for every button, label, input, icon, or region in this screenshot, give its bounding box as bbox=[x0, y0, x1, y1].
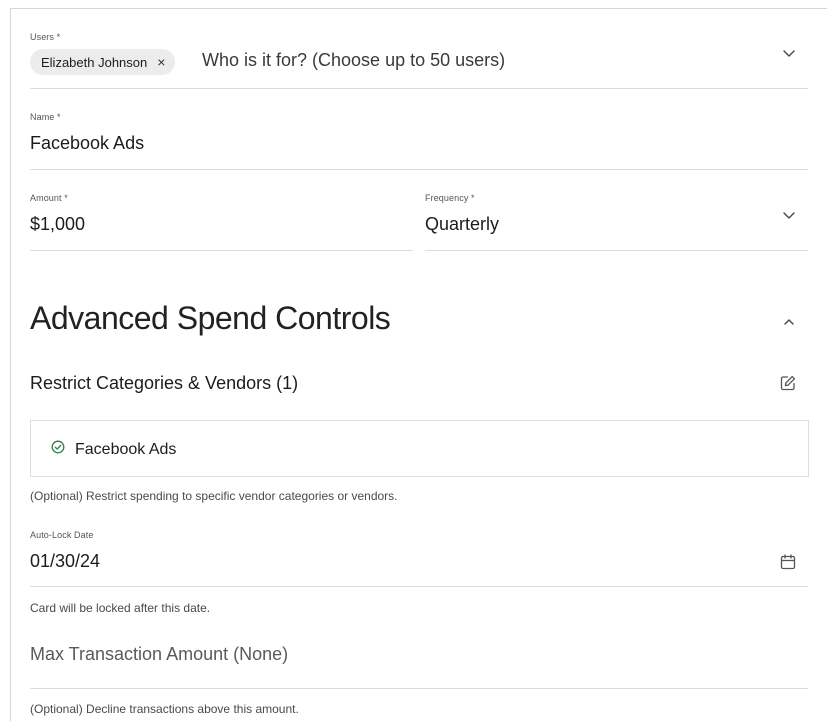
autolock-date-field[interactable]: Auto-Lock Date 01/30/24 bbox=[30, 527, 808, 587]
users-label: Users * bbox=[30, 32, 61, 42]
max-transaction-field[interactable]: Max Transaction Amount (None) bbox=[30, 630, 808, 689]
frequency-field[interactable]: Frequency * Quarterly bbox=[425, 190, 808, 251]
chevron-up-icon[interactable] bbox=[780, 313, 798, 331]
vendor-name: Facebook Ads bbox=[75, 440, 177, 458]
amount-label: Amount * bbox=[30, 193, 68, 203]
name-input[interactable]: Facebook Ads bbox=[30, 133, 144, 154]
user-chip-name: Elizabeth Johnson bbox=[41, 54, 148, 70]
frequency-label: Frequency * bbox=[425, 193, 475, 203]
name-field[interactable]: Name * Facebook Ads bbox=[30, 109, 808, 170]
restrict-help-text: (Optional) Restrict spending to specific… bbox=[30, 489, 398, 503]
advanced-spend-controls-title: Advanced Spend Controls bbox=[30, 300, 391, 336]
autolock-label: Auto-Lock Date bbox=[30, 530, 94, 540]
max-transaction-help-text: (Optional) Decline transactions above th… bbox=[30, 702, 299, 716]
chevron-down-icon[interactable] bbox=[780, 44, 798, 62]
autolock-help-text: Card will be locked after this date. bbox=[30, 601, 211, 615]
remove-user-icon[interactable]: × bbox=[157, 55, 165, 69]
chevron-down-icon[interactable] bbox=[780, 206, 798, 224]
calendar-icon[interactable] bbox=[779, 553, 797, 571]
check-circle-icon bbox=[51, 440, 65, 459]
name-label: Name * bbox=[30, 112, 61, 122]
amount-field[interactable]: Amount * $1,000 bbox=[30, 190, 413, 251]
max-transaction-input[interactable]: Max Transaction Amount (None) bbox=[30, 644, 288, 665]
restrict-vendors-title: Restrict Categories & Vendors (1) bbox=[30, 373, 299, 393]
amount-input[interactable]: $1,000 bbox=[30, 214, 85, 235]
list-item[interactable]: Facebook Ads bbox=[51, 440, 176, 459]
users-placeholder[interactable]: Who is it for? (Choose up to 50 users) bbox=[202, 50, 505, 71]
frequency-select[interactable]: Quarterly bbox=[425, 214, 499, 235]
users-field[interactable]: Users * Elizabeth Johnson × Who is it fo… bbox=[30, 28, 808, 89]
edit-icon[interactable] bbox=[779, 374, 797, 392]
vendor-list[interactable]: Facebook Ads bbox=[30, 420, 809, 477]
autolock-date-input[interactable]: 01/30/24 bbox=[30, 551, 100, 572]
user-chip[interactable]: Elizabeth Johnson × bbox=[30, 49, 176, 75]
